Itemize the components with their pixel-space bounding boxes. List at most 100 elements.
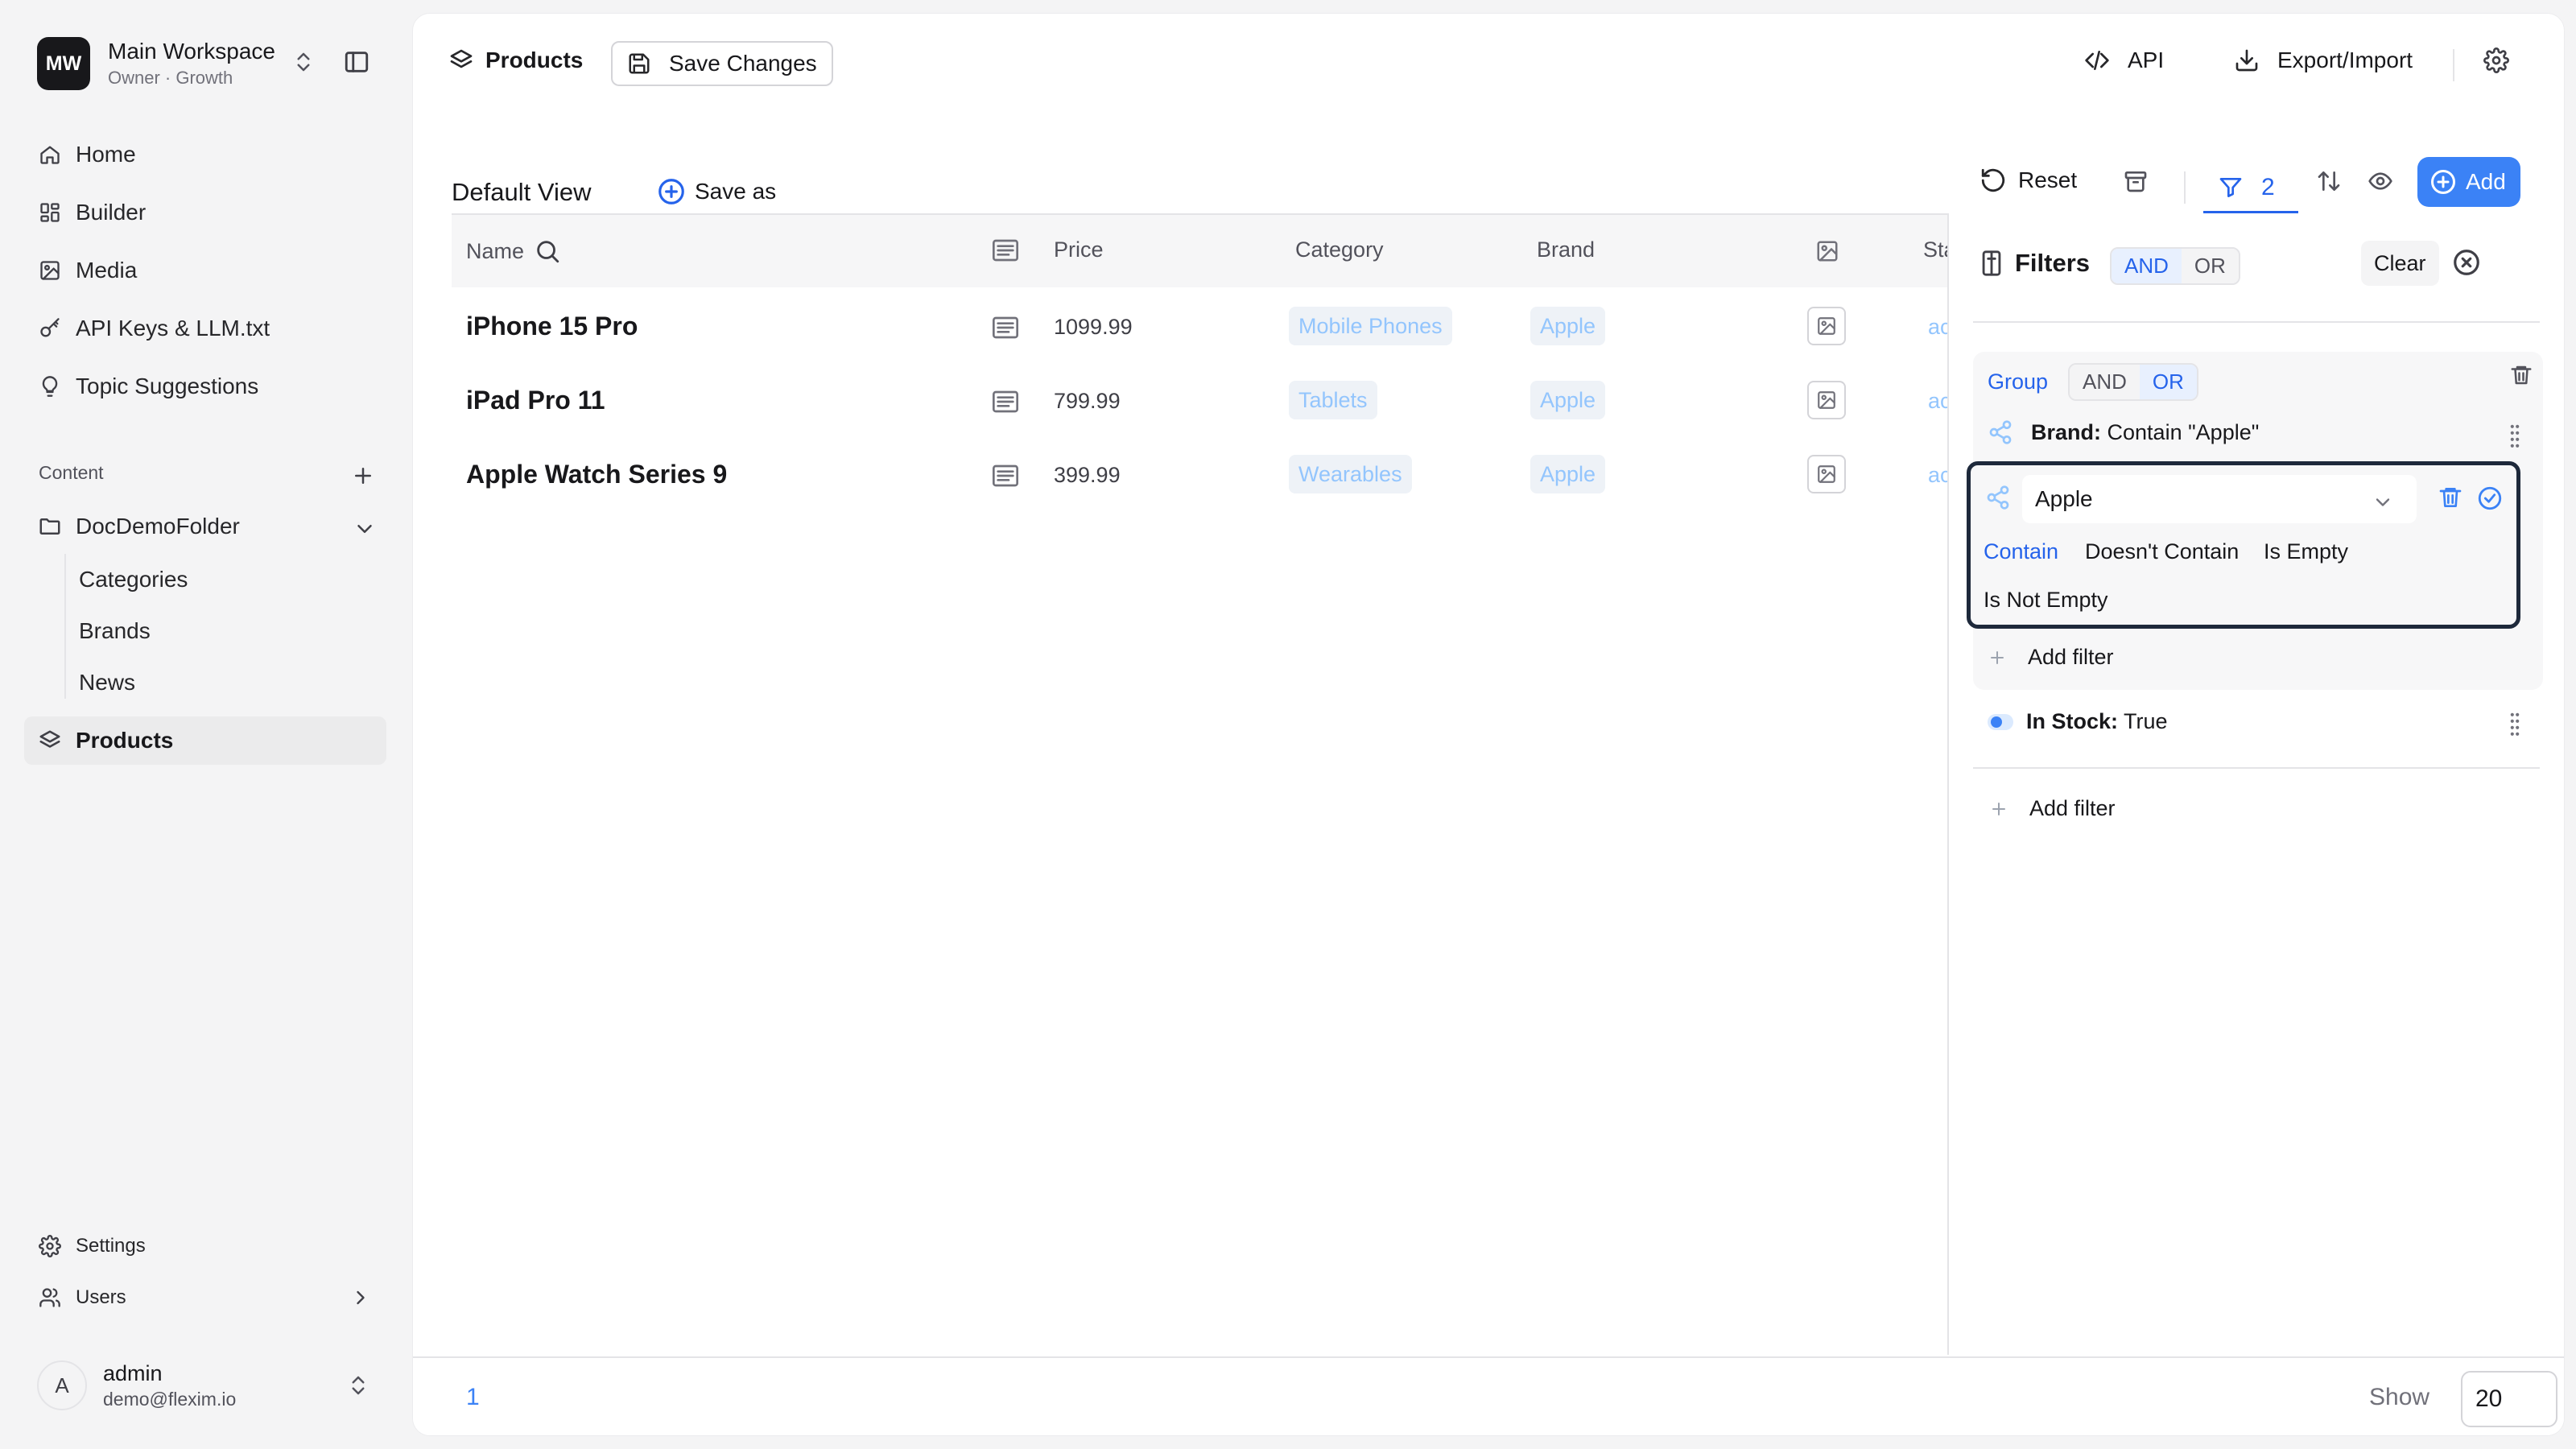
page-size-label: Show (2369, 1384, 2430, 1410)
logic-and-option[interactable]: AND (2112, 249, 2182, 283)
content-section-label: Content (39, 462, 104, 483)
archive-icon[interactable] (2123, 168, 2149, 194)
pagination-bar: 1 Show 20 (413, 1356, 2564, 1435)
add-filter-button[interactable]: Add filter (1989, 796, 2116, 821)
column-header-brand[interactable]: Brand (1537, 237, 1595, 262)
logic-or-option[interactable]: OR (2181, 249, 2239, 283)
image-thumbnail[interactable] (1807, 307, 1846, 345)
sidebar-item-label: Home (76, 142, 136, 167)
chevron-down-icon[interactable] (353, 517, 377, 541)
table-row[interactable]: iPhone 15 Pro 1099.99 Mobile Phones Appl… (452, 289, 1985, 363)
logic-or-option[interactable]: OR (2139, 365, 2197, 399)
operator-is-empty[interactable]: Is Empty (2264, 539, 2348, 564)
share-icon (1989, 420, 2012, 444)
layers-icon (37, 728, 63, 753)
text-field-icon (993, 239, 1018, 262)
reset-button[interactable]: Reset (1979, 167, 2077, 194)
rotate-ccw-icon (1981, 168, 2005, 192)
plus-icon (1991, 650, 2004, 664)
sidebar-toggle-icon[interactable] (343, 48, 370, 76)
sidebar-item-news[interactable]: News (79, 670, 135, 696)
sidebar-folder-docdemo[interactable]: DocDemoFolder (24, 502, 386, 551)
category-chip: Tablets (1289, 381, 1377, 419)
grip-vertical-icon[interactable] (2508, 423, 2522, 448)
key-icon (37, 316, 63, 341)
sidebar: MW Main Workspace Owner · Growth Home Bu… (0, 0, 411, 1449)
gear-icon[interactable] (2483, 47, 2509, 73)
save-changes-button[interactable]: Save Changes (611, 41, 833, 86)
save-as-view-button[interactable]: Save as (656, 176, 776, 207)
page-number-button[interactable]: 1 (466, 1384, 480, 1411)
sidebar-item-users[interactable]: Users (24, 1275, 386, 1320)
sidebar-item-label: Products (76, 728, 174, 753)
column-header-category[interactable]: Category (1295, 237, 1384, 262)
filter-settings-icon (1982, 250, 2001, 276)
trash-icon[interactable] (2509, 363, 2533, 387)
text-field-icon (993, 390, 1018, 413)
grip-vertical-icon[interactable] (2508, 711, 2522, 737)
divider (2453, 49, 2454, 81)
column-header-price[interactable]: Price (1054, 237, 1104, 262)
sidebar-item-api-keys[interactable]: API Keys & LLM.txt (24, 304, 386, 353)
user-menu[interactable]: A admin demo@flexim.io (37, 1357, 383, 1414)
operator-contain[interactable]: Contain (1984, 539, 2058, 564)
folder-icon (37, 514, 63, 539)
trash-icon[interactable] (2438, 485, 2463, 510)
divider (1973, 321, 2540, 323)
table-row[interactable]: iPad Pro 11 799.99 Tablets Apple active (452, 363, 1985, 437)
sidebar-item-home[interactable]: Home (24, 130, 386, 179)
sort-icon[interactable] (2316, 168, 2342, 194)
chevron-right-icon[interactable] (349, 1286, 372, 1309)
filters-header: Filters AND OR Clear (1949, 213, 2564, 310)
operator-is-not-empty[interactable]: Is Not Empty (1984, 588, 2108, 613)
sidebar-item-label: Topic Suggestions (76, 374, 259, 398)
filter-value-select[interactable]: Apple (2022, 475, 2417, 523)
sidebar-item-categories[interactable]: Categories (79, 567, 188, 592)
image-icon (1818, 317, 1835, 335)
table-row[interactable]: Apple Watch Series 9 399.99 Wearables Ap… (452, 437, 1985, 511)
filter-rule-in-stock[interactable]: In Stock: True (1988, 709, 2168, 734)
cell-name: Apple Watch Series 9 (466, 460, 728, 489)
group-logic-toggle: AND OR (2068, 363, 2198, 401)
plus-icon[interactable] (351, 464, 375, 488)
logic-and-option[interactable]: AND (2070, 365, 2140, 399)
divider (2184, 171, 2186, 204)
page-size-input[interactable]: 20 (2461, 1371, 2557, 1427)
filter-toggle-button[interactable]: 2 (2203, 163, 2298, 213)
table-header: Name Price Category Brand Status (452, 215, 1985, 287)
cell-name: iPhone 15 Pro (466, 312, 638, 341)
image-thumbnail[interactable] (1807, 381, 1846, 419)
sidebar-item-label: Media (76, 258, 138, 283)
sidebar-item-media[interactable]: Media (24, 246, 386, 295)
clear-filters-button[interactable]: Clear (2361, 241, 2439, 286)
image-thumbnail[interactable] (1807, 455, 1846, 493)
close-circle-icon[interactable] (2451, 247, 2482, 278)
brand-chip: Apple (1530, 455, 1606, 493)
filter-rule-field: In Stock: (2026, 709, 2119, 733)
home-icon (37, 142, 63, 167)
plus-circle-icon (2431, 170, 2455, 194)
group-add-filter-button[interactable]: Add filter (1988, 645, 2114, 670)
operator-doesnt-contain[interactable]: Doesn't Contain (2085, 539, 2239, 564)
workspace-switcher[interactable]: MW Main Workspace Owner · Growth (37, 37, 383, 90)
check-circle-icon[interactable] (2476, 485, 2504, 512)
column-header-name[interactable]: Name (466, 237, 561, 265)
sidebar-item-settings[interactable]: Settings (24, 1224, 386, 1269)
add-button[interactable]: Add (2417, 157, 2520, 207)
sidebar-item-label: Builder (76, 200, 147, 225)
sidebar-item-brands[interactable]: Brands (79, 618, 151, 644)
layers-icon (450, 49, 473, 68)
eye-icon[interactable] (2368, 168, 2393, 194)
sidebar-item-topic-suggestions[interactable]: Topic Suggestions (24, 362, 386, 411)
filter-rule-brand[interactable]: Brand: Contain "Apple" (1988, 419, 2259, 445)
sidebar-item-products[interactable]: Products (24, 716, 386, 765)
cell-price: 1099.99 (1054, 315, 1133, 339)
group-label: Group (1988, 369, 2049, 394)
export-import-button[interactable]: Export/Import (2234, 47, 2413, 73)
sidebar-item-builder[interactable]: Builder (24, 188, 386, 237)
tree-line (64, 554, 66, 699)
workspace-name: Main Workspace (108, 39, 276, 64)
filter-count-badge: 2 (2261, 173, 2275, 200)
text-field-icon (993, 316, 1018, 339)
api-button[interactable]: API (2084, 47, 2164, 73)
